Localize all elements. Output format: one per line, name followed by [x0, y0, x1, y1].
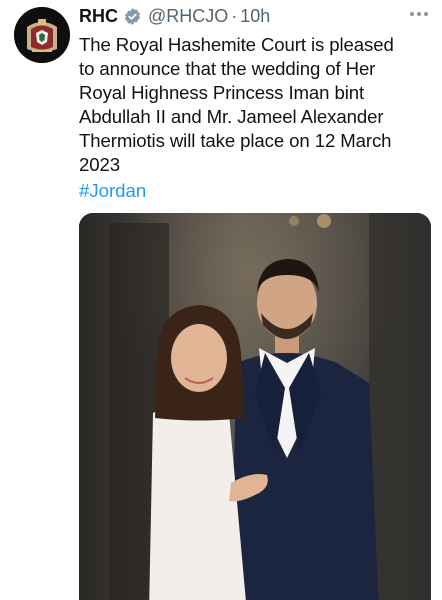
- tweet-text: The Royal Hashemite Court is pleased to …: [79, 33, 431, 177]
- tweet-header: RHC @RHCJO · 10h: [79, 4, 431, 28]
- tweet-text-line: The Royal Hashemite Court is pleased: [79, 34, 394, 55]
- display-name[interactable]: RHC: [79, 6, 118, 27]
- more-dot: [410, 12, 414, 16]
- timestamp[interactable]: 10h: [240, 6, 270, 27]
- coat-of-arms-icon: [14, 7, 70, 63]
- more-dot: [424, 12, 428, 16]
- more-dot: [417, 12, 421, 16]
- tweet[interactable]: RHC @RHCJO · 10h The Royal Hashemite Cou…: [0, 0, 442, 600]
- tweet-text-line: 2023: [79, 154, 120, 175]
- verified-badge-icon[interactable]: [123, 7, 142, 26]
- user-handle[interactable]: @RHCJO: [148, 6, 228, 27]
- profile-avatar[interactable]: [14, 7, 70, 63]
- separator-dot: ·: [231, 5, 238, 26]
- tweet-text-line: Abdullah II and Mr. Jameel Alexander: [79, 106, 384, 127]
- photo-illustration: [79, 213, 431, 600]
- tweet-text-line: to announce that the wedding of Her: [79, 58, 376, 79]
- tweet-text-line: Royal Highness Princess Iman bint: [79, 82, 365, 103]
- more-options-icon[interactable]: [410, 12, 428, 16]
- hashtag-link[interactable]: #Jordan: [79, 179, 431, 203]
- tweet-content: RHC @RHCJO · 10h The Royal Hashemite Cou…: [79, 4, 431, 203]
- tweet-text-line: Thermiotis will take place on 12 March: [79, 130, 392, 151]
- tweet-photo[interactable]: [79, 213, 431, 600]
